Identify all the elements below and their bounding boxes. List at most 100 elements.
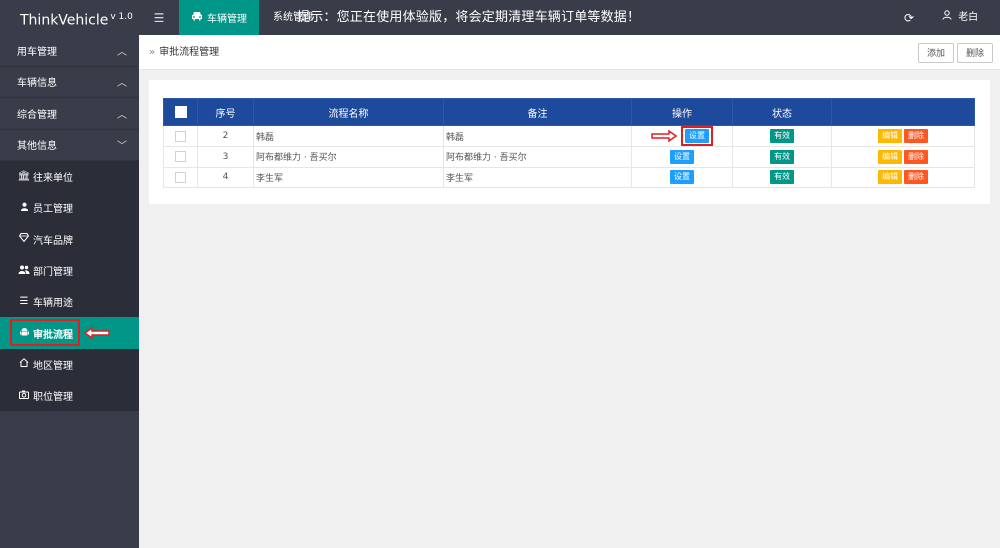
flow-remark: 李生军 bbox=[443, 166, 632, 188]
sidebar-group-general[interactable]: 综合管理 ︿ bbox=[0, 98, 139, 130]
column-header: 序号 bbox=[197, 98, 254, 126]
table-row: 3 阿布都维力 · 吾买尔 阿布都维力 · 吾买尔 设置 有效 编辑 删除 bbox=[163, 146, 975, 168]
chevron-up-icon: ︿ bbox=[117, 109, 127, 121]
chevron-up-icon: ︿ bbox=[117, 78, 127, 90]
user-name: 老白 bbox=[958, 12, 979, 23]
delete-button[interactable]: 删除 bbox=[957, 43, 994, 63]
table-header-row: 序号 流程名称 备注 操作 状态 bbox=[163, 98, 975, 126]
menu-icon: ☰ bbox=[153, 10, 165, 25]
action-cell: 设置 bbox=[631, 125, 733, 147]
status-badge[interactable]: 有效 bbox=[770, 129, 794, 143]
row-actions: 编辑 删除 bbox=[831, 146, 975, 168]
flow-name: 阿布都维力 · 吾买尔 bbox=[253, 146, 444, 168]
settings-button[interactable]: 设置 bbox=[670, 149, 694, 164]
sidebar-item-label: 员工管理 bbox=[33, 204, 73, 216]
edit-button[interactable]: 编辑 bbox=[878, 170, 902, 185]
edit-button[interactable]: 编辑 bbox=[878, 129, 902, 143]
column-header bbox=[831, 98, 975, 126]
sidebar-group-label: 车辆信息 bbox=[17, 78, 57, 90]
sidebar-group-label: 其他信息 bbox=[17, 141, 57, 153]
row-select-cell bbox=[163, 146, 198, 168]
delete-row-button[interactable]: 删除 bbox=[904, 149, 928, 164]
status-cell: 有效 bbox=[732, 125, 832, 147]
add-button[interactable]: 添加 bbox=[918, 43, 955, 63]
sidebar-group-label: 综合管理 bbox=[17, 109, 57, 121]
row-number: 3 bbox=[197, 146, 254, 168]
user-menu[interactable]: 老白 bbox=[942, 0, 978, 35]
sidebar-item-employees[interactable]: 员工管理 bbox=[0, 192, 139, 223]
user-icon bbox=[942, 10, 955, 23]
table-row: 4 李生军 李生军 设置 有效 编辑 删除 bbox=[163, 166, 975, 188]
highlight-box bbox=[10, 319, 80, 347]
chevron-up-icon: ︿ bbox=[117, 46, 127, 58]
sidebar-item-label: 部门管理 bbox=[33, 267, 73, 279]
row-actions: 编辑 删除 bbox=[831, 166, 975, 188]
double-chevron-right-icon: » bbox=[149, 47, 156, 58]
row-checkbox[interactable] bbox=[175, 130, 186, 142]
users-icon bbox=[17, 265, 31, 277]
sidebar-item-partners[interactable]: 🏛 往来单位 bbox=[0, 161, 139, 192]
app-version: v 1.0 bbox=[110, 12, 133, 22]
status-badge[interactable]: 有效 bbox=[770, 170, 794, 185]
select-all-header bbox=[163, 98, 198, 126]
chevron-down-icon: ﹀ bbox=[117, 141, 127, 153]
sidebar-item-regions[interactable]: 地区管理 bbox=[0, 349, 139, 380]
app-logo[interactable]: ThinkVehicle v 1.0 bbox=[0, 0, 139, 35]
approval-flow-table: 序号 流程名称 备注 操作 状态 2 韩磊 韩磊 设置 有效 编辑 删除 3 阿… bbox=[163, 98, 975, 188]
row-number: 2 bbox=[197, 125, 254, 147]
status-badge[interactable]: 有效 bbox=[770, 149, 794, 164]
sidebar-item-vehicle-purpose[interactable]: ☰ 车辆用途 bbox=[0, 286, 139, 317]
home-icon bbox=[17, 358, 31, 370]
sidebar-item-car-brands[interactable]: 汽车品牌 bbox=[0, 224, 139, 255]
delete-row-button[interactable]: 删除 bbox=[904, 170, 928, 185]
sidebar-item-approval-flow[interactable]: 审批流程 bbox=[0, 317, 139, 349]
sidebar-group-vehicle-use[interactable]: 用车管理 ︿ bbox=[0, 35, 139, 67]
row-checkbox[interactable] bbox=[175, 171, 186, 183]
status-cell: 有效 bbox=[732, 166, 832, 188]
menu-toggle-button[interactable]: ☰ bbox=[139, 0, 179, 35]
flow-remark: 韩磊 bbox=[443, 125, 632, 147]
settings-button[interactable]: 设置 bbox=[685, 129, 709, 143]
top-navbar: ThinkVehicle v 1.0 ☰ 车辆管理 系统管理 提示：您正在使用体验… bbox=[0, 0, 1000, 35]
row-actions: 编辑 删除 bbox=[831, 125, 975, 147]
sidebar-item-label: 汽车品牌 bbox=[33, 235, 73, 247]
app-name: ThinkVehicle bbox=[20, 12, 109, 29]
column-header: 备注 bbox=[443, 98, 632, 126]
refresh-icon[interactable]: ⟳ bbox=[896, 0, 922, 35]
sidebar-submenu: 🏛 往来单位 员工管理 汽车品牌 部门管理 ☰ 车辆用途 审批流程 地区管理 职位管… bbox=[0, 161, 139, 412]
status-cell: 有效 bbox=[732, 146, 832, 168]
sidebar-group-label: 用车管理 bbox=[17, 46, 57, 58]
row-checkbox[interactable] bbox=[175, 151, 186, 163]
delete-row-button[interactable]: 删除 bbox=[904, 129, 928, 143]
sidebar-group-vehicle-info[interactable]: 车辆信息 ︿ bbox=[0, 66, 139, 98]
sidebar-item-label: 车辆用途 bbox=[33, 298, 73, 310]
tab-label: 车辆管理 bbox=[207, 14, 247, 25]
sidebar: 用车管理 ︿ 车辆信息 ︿ 综合管理 ︿ 其他信息 ﹀ 🏛 往来单位 员工管理 汽车品牌 … bbox=[0, 35, 139, 548]
breadcrumb: » 审批流程管理 bbox=[149, 35, 219, 70]
flow-name: 韩磊 bbox=[253, 125, 444, 147]
flow-name: 李生军 bbox=[253, 166, 444, 188]
notice-text: 提示：您正在使用体验版，将会定期清理车辆订单等数据！ bbox=[297, 10, 641, 25]
sidebar-item-label: 往来单位 bbox=[33, 173, 73, 185]
row-number: 4 bbox=[197, 166, 254, 188]
car-icon bbox=[191, 11, 203, 24]
column-header: 操作 bbox=[631, 98, 733, 126]
bank-icon: 🏛 bbox=[17, 171, 31, 183]
diamond-icon bbox=[17, 233, 31, 245]
sidebar-item-label: 职位管理 bbox=[33, 392, 73, 404]
sidebar-item-departments[interactable]: 部门管理 bbox=[0, 255, 139, 286]
breadcrumb-current: 审批流程管理 bbox=[159, 47, 220, 58]
sidebar-group-other[interactable]: 其他信息 ﹀ bbox=[0, 129, 139, 161]
arrow-right-icon bbox=[651, 130, 677, 142]
sidebar-item-positions[interactable]: 职位管理 bbox=[0, 380, 139, 411]
tab-vehicle-management[interactable]: 车辆管理 bbox=[179, 0, 259, 35]
table-row: 2 韩磊 韩磊 设置 有效 编辑 删除 bbox=[163, 125, 975, 147]
content-panel: 序号 流程名称 备注 操作 状态 2 韩磊 韩磊 设置 有效 编辑 删除 3 阿… bbox=[149, 80, 990, 204]
main-content: » 审批流程管理 添加 删除 序号 流程名称 备注 操作 状态 2 韩磊 韩磊 … bbox=[139, 35, 1000, 548]
breadcrumb-bar: » 审批流程管理 添加 删除 bbox=[139, 35, 1000, 70]
edit-button[interactable]: 编辑 bbox=[878, 149, 902, 164]
settings-button[interactable]: 设置 bbox=[670, 170, 694, 185]
select-all-checkbox[interactable] bbox=[174, 106, 187, 118]
list-icon: ☰ bbox=[19, 296, 29, 308]
user-icon bbox=[17, 202, 31, 214]
